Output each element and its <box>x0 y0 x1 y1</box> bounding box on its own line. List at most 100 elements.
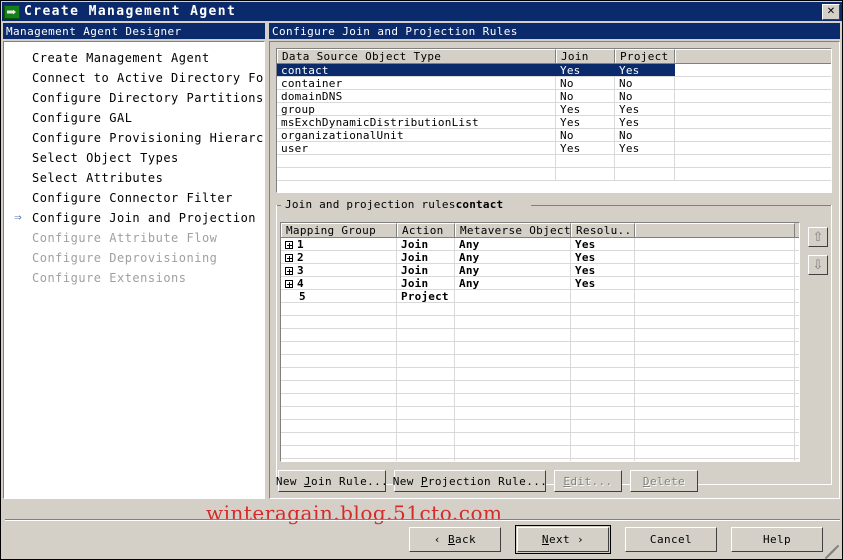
table-body[interactable]: contact Yes Yes container No No domainDNS No No g… <box>277 64 831 181</box>
table-row[interactable]: user Yes Yes <box>277 142 831 155</box>
rule-row[interactable]: 2 Join Any Yes <box>281 251 799 264</box>
cell-mapping-group: 4 <box>281 277 397 289</box>
rule-row[interactable]: 3 Join Any Yes <box>281 264 799 277</box>
resize-grip-icon[interactable] <box>824 543 840 559</box>
column-header-3[interactable] <box>675 49 831 63</box>
rule-row[interactable]: 1 Join Any Yes <box>281 238 799 251</box>
cell-blank <box>675 116 831 128</box>
expand-plus-icon[interactable] <box>285 280 293 288</box>
title-bar[interactable]: Create Management Agent ✕ <box>2 2 842 21</box>
sidebar-step-4[interactable]: Configure Provisioning Hierarchy <box>4 128 264 148</box>
cell-type: user <box>277 142 556 154</box>
cell-blank <box>675 168 831 180</box>
cell-blank <box>675 155 831 167</box>
rule-row-empty[interactable] <box>281 368 799 381</box>
sidebar-step-6[interactable]: Select Attributes <box>4 168 264 188</box>
move-rule-down-button[interactable]: ⇩ <box>808 255 828 275</box>
sidebar-step-1[interactable]: Connect to Active Directory Forest <box>4 68 264 88</box>
cell-empty <box>281 368 397 380</box>
table-row[interactable]: container No No <box>277 77 831 90</box>
rule-row-empty[interactable] <box>281 407 799 420</box>
sidebar-step-2[interactable]: Configure Directory Partitions <box>4 88 264 108</box>
next-button-focus-ring: Next › <box>515 525 611 554</box>
cell-empty <box>455 420 571 432</box>
rule-row-empty[interactable] <box>281 420 799 433</box>
rule-row-empty[interactable] <box>281 355 799 368</box>
move-rule-up-button[interactable]: ⇧ <box>808 227 828 247</box>
rules-column-header-1[interactable]: Action <box>397 223 455 237</box>
button-label: Help <box>762 533 792 546</box>
table-row[interactable]: msExchDynamicDistributionList Yes Yes <box>277 116 831 129</box>
mapping-group-label: 3 <box>297 264 304 276</box>
cell-resolution: Yes <box>571 238 635 250</box>
cell-empty <box>397 329 455 341</box>
help-button[interactable]: Help <box>731 527 823 552</box>
cell-empty <box>635 316 795 328</box>
rule-row-empty[interactable] <box>281 342 799 355</box>
cell-type <box>277 168 556 180</box>
column-header-1[interactable]: Join <box>556 49 615 63</box>
rules-column-header-3[interactable]: Resolu... <box>571 223 635 237</box>
cell-empty <box>281 329 397 341</box>
rule-row[interactable]: 5 Project <box>281 290 799 303</box>
cell-empty <box>455 394 571 406</box>
column-header-0[interactable]: Data Source Object Type <box>277 49 556 63</box>
groupbox-title-prefix: Join and projection rules <box>285 198 456 211</box>
rule-row-empty[interactable] <box>281 316 799 329</box>
cancel-button[interactable]: Cancel <box>625 527 717 552</box>
next-button[interactable]: Next › <box>517 527 609 552</box>
data-source-object-type-table[interactable]: Data Source Object Type Join Project conta… <box>276 48 832 193</box>
close-icon[interactable]: ✕ <box>822 3 840 20</box>
sidebar-step-7[interactable]: Configure Connector Filter <box>4 188 264 208</box>
rule-row-empty[interactable] <box>281 459 799 461</box>
rules-column-header-0[interactable]: Mapping Group <box>281 223 397 237</box>
cell-resolution: Yes <box>571 264 635 276</box>
rule-row[interactable]: 4 Join Any Yes <box>281 277 799 290</box>
rule-row-empty[interactable] <box>281 446 799 459</box>
cell-join <box>556 168 615 180</box>
rule-row-empty[interactable] <box>281 394 799 407</box>
table-row[interactable]: domainDNS No No <box>277 90 831 103</box>
sidebar-step-label: Configure GAL <box>32 111 133 125</box>
rules-column-header-2[interactable]: Metaverse Object... <box>455 223 571 237</box>
wizard-navigation-buttons: ‹ Back Next › Cancel Help <box>409 525 823 556</box>
new-projection-rule-button[interactable]: New Projection Rule... <box>393 470 547 492</box>
expand-plus-icon[interactable] <box>285 241 293 249</box>
cell-blank <box>675 64 831 76</box>
cell-type: domainDNS <box>277 90 556 102</box>
rules-column-header-4[interactable] <box>635 223 795 237</box>
cell-resolution: Yes <box>571 251 635 263</box>
sidebar-step-0[interactable]: Create Management Agent <box>4 48 264 68</box>
cell-action: Join <box>397 264 455 276</box>
join-projection-rules-table[interactable]: Mapping GroupActionMetaverse Object...Re… <box>280 222 800 462</box>
cell-join: No <box>556 90 615 102</box>
expand-plus-icon[interactable] <box>285 267 293 275</box>
cell-empty <box>397 420 455 432</box>
table-row[interactable]: organizationalUnit No No <box>277 129 831 142</box>
table-row[interactable] <box>277 168 831 181</box>
column-header-2[interactable]: Project <box>615 49 675 63</box>
table-row[interactable] <box>277 155 831 168</box>
sidebar-step-5[interactable]: Select Object Types <box>4 148 264 168</box>
rule-row-empty[interactable] <box>281 329 799 342</box>
management-agent-designer-steps: Create Management Agent Connect to Active… <box>3 41 265 499</box>
cell-empty <box>571 459 635 461</box>
expand-plus-icon[interactable] <box>285 254 293 262</box>
rules-body[interactable]: 1 Join Any Yes 2 Join Any Yes 3 Join Any Yes 4 Join An… <box>281 238 799 461</box>
cell-empty <box>281 459 397 461</box>
table-row[interactable]: contact Yes Yes <box>277 64 831 77</box>
cell-action: Join <box>397 251 455 263</box>
back-button[interactable]: ‹ Back <box>409 527 501 552</box>
cell-project: Yes <box>615 142 675 154</box>
sidebar-step-8[interactable]: Configure Join and Projection Rules <box>4 208 264 228</box>
new-join-rule-button[interactable]: New Join Rule... <box>276 470 388 492</box>
cell-empty <box>397 446 455 458</box>
cell-action: Join <box>397 238 455 250</box>
rule-row-empty[interactable] <box>281 381 799 394</box>
rule-row-empty[interactable] <box>281 433 799 446</box>
cell-empty <box>455 446 571 458</box>
sidebar-step-3[interactable]: Configure GAL <box>4 108 264 128</box>
rule-row-empty[interactable] <box>281 303 799 316</box>
table-row[interactable]: group Yes Yes <box>277 103 831 116</box>
cell-blank <box>635 264 795 276</box>
